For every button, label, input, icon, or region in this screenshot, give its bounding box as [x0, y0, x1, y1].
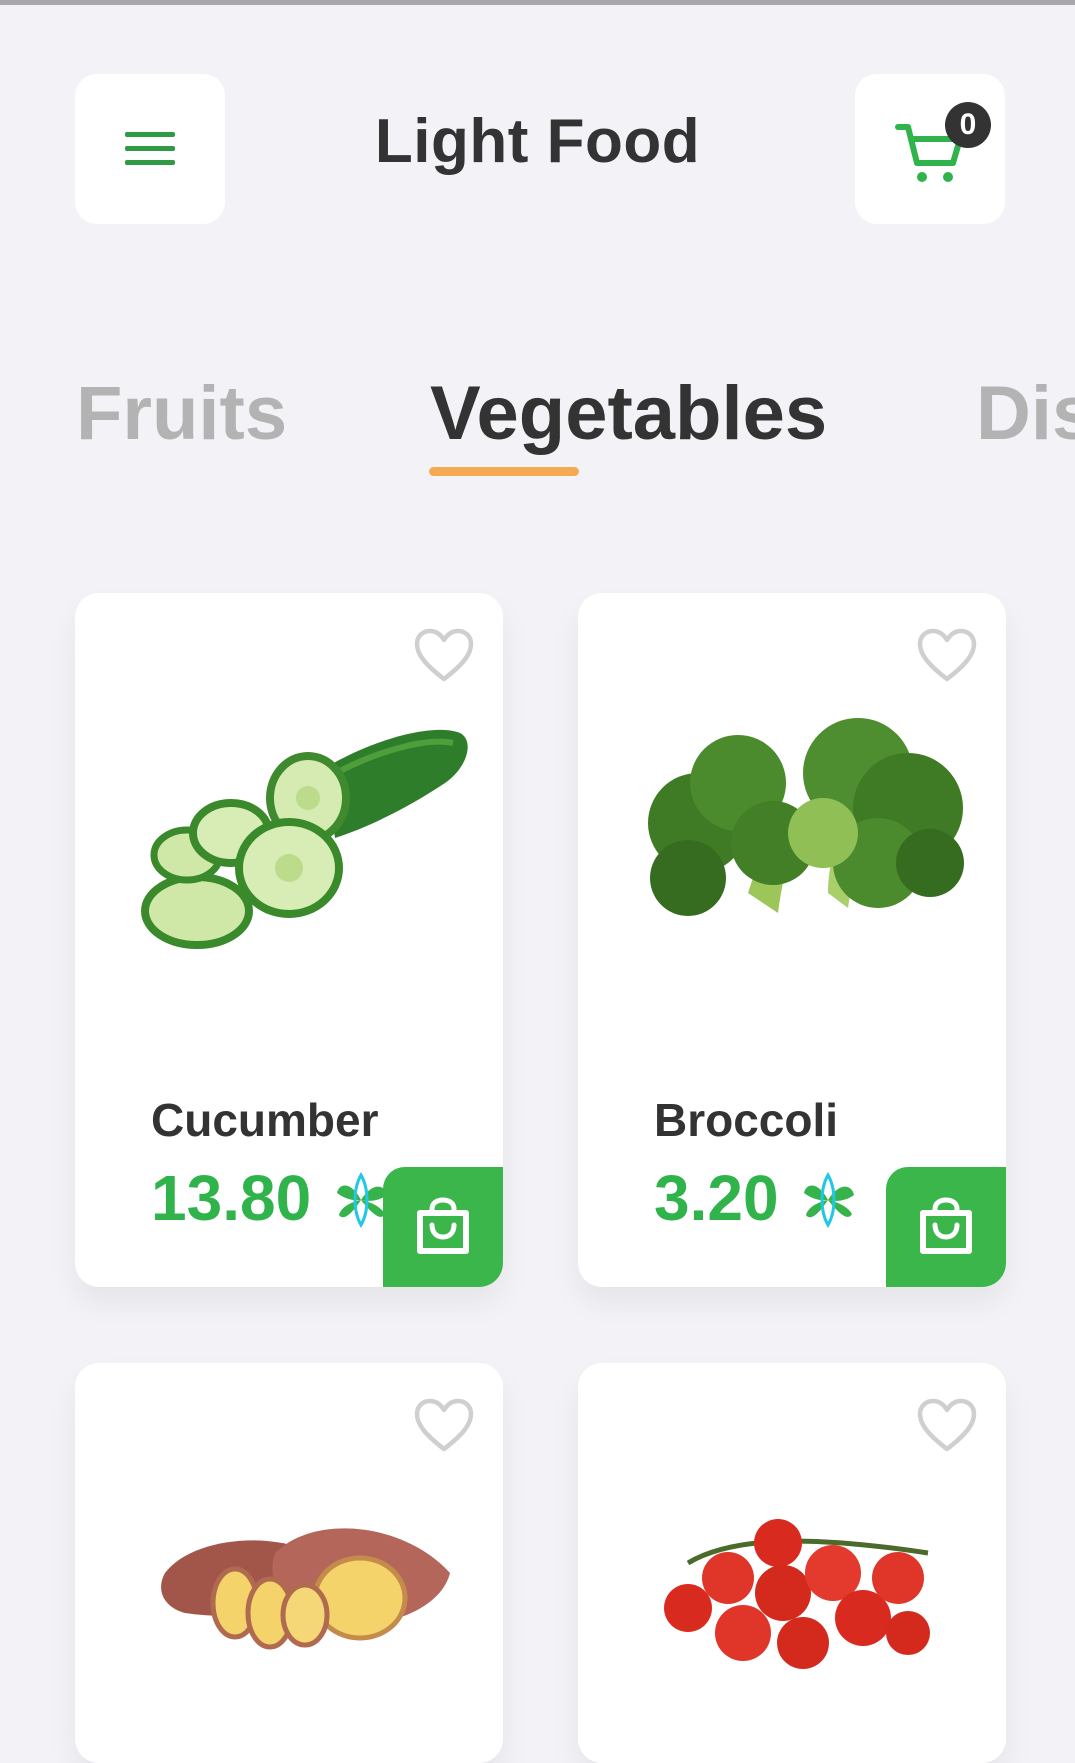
cart-button[interactable]: 0	[855, 74, 1005, 224]
tab-fruits[interactable]: Fruits	[76, 370, 287, 457]
sweet-potato-image	[161, 1528, 450, 1650]
product-name: Broccoli	[654, 1094, 839, 1146]
active-tab-indicator	[429, 467, 579, 476]
status-divider	[0, 0, 1075, 5]
cherry-tomatoes-image	[664, 1519, 930, 1669]
mint-leaf-icon	[804, 1171, 854, 1229]
shopping-bag-icon	[920, 1197, 972, 1254]
add-to-cart-button[interactable]	[886, 1167, 1006, 1287]
add-to-cart-button[interactable]	[383, 1167, 503, 1287]
mint-leaf-icon	[337, 1171, 387, 1229]
shopping-bag-icon	[417, 1197, 469, 1254]
tab-vegetables[interactable]: Vegetables	[430, 370, 827, 457]
cart-count-badge: 0	[945, 102, 991, 148]
broccoli-image	[648, 718, 964, 916]
product-card[interactable]: Cucumber 13.80	[75, 593, 503, 1287]
cucumber-image	[141, 729, 468, 949]
product-card[interactable]	[578, 1363, 1006, 1763]
product-price: 13.80	[151, 1162, 312, 1234]
product-card[interactable]	[75, 1363, 503, 1763]
product-name: Cucumber	[151, 1094, 379, 1146]
product-card[interactable]: Broccoli 3.20	[578, 593, 1006, 1287]
product-price: 3.20	[654, 1162, 779, 1234]
tab-partial[interactable]: Dis	[976, 370, 1075, 457]
